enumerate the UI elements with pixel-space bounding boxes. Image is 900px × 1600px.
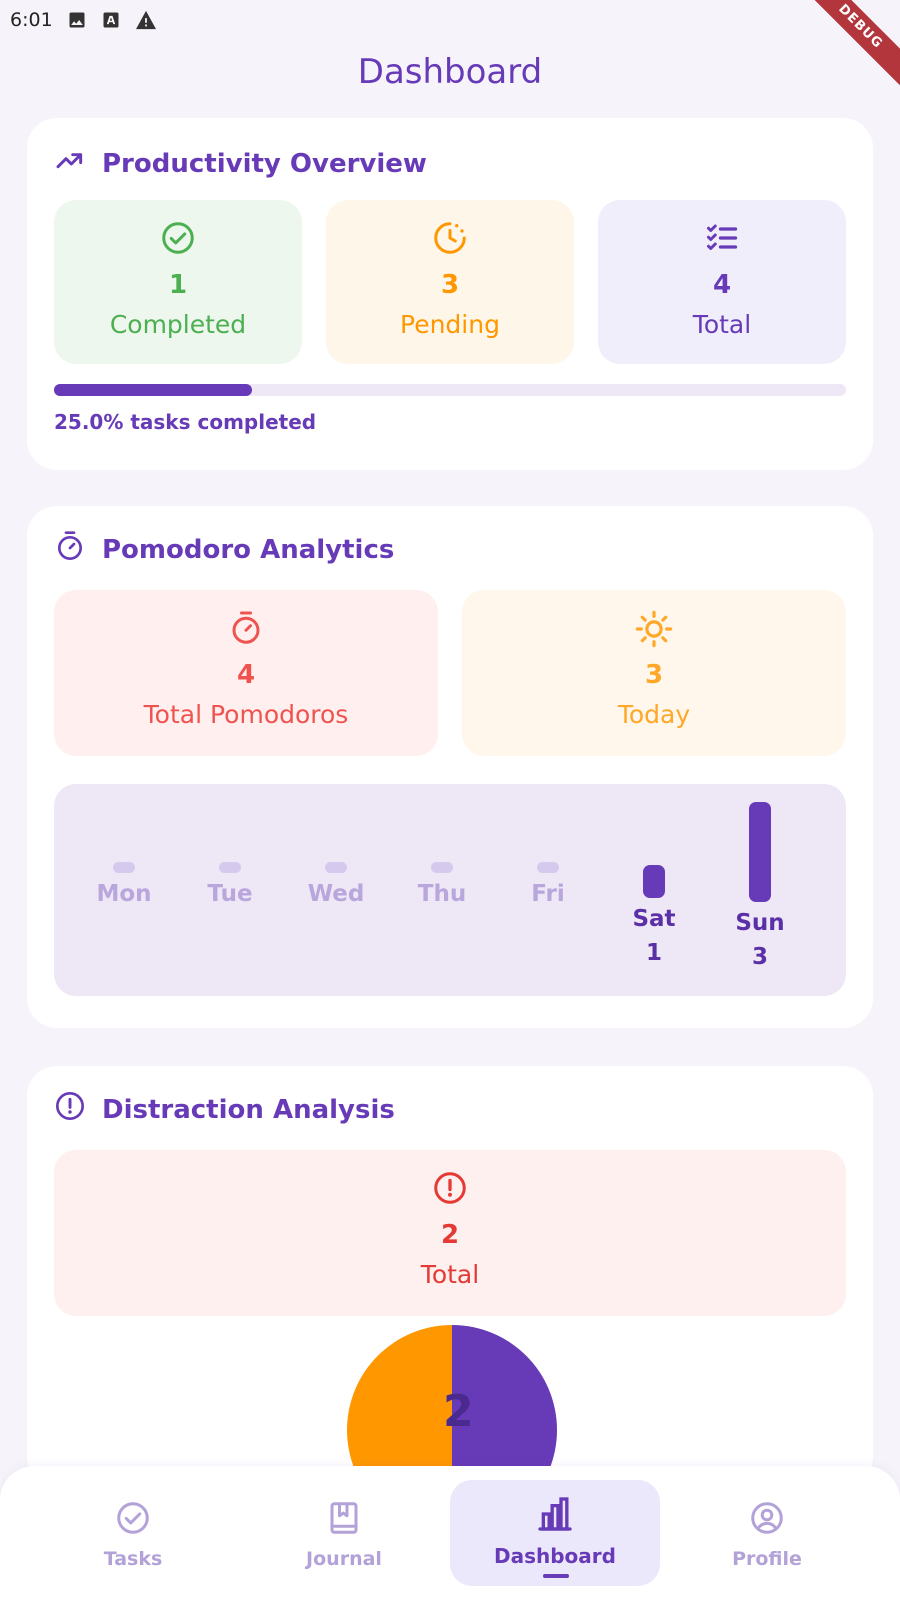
progress-text: 25.0% tasks completed [54,410,317,434]
day-label: Mon [96,881,152,907]
status-time: 6:01 [10,9,53,31]
productivity-overview-card: Productivity Overview 1 Completed 3 Pend… [27,118,873,470]
nav-active-indicator [543,1574,569,1578]
day-label: Sun [735,910,785,936]
pomodoro-title: Pomodoro Analytics [102,534,395,565]
image-notification-icon [67,10,87,30]
check-circle-icon [54,220,302,260]
distraction-total-label: Total [420,1260,480,1289]
nav-tasks[interactable]: Tasks [28,1480,238,1586]
distraction-header: Distraction Analysis [54,1090,395,1129]
weekly-pomodoro-chart: Mon Tue Wed Thu Fri Sat 1 Sun 3 [54,784,846,996]
day-bar [643,865,665,898]
total-pomodoros-value: 4 [236,660,256,690]
day-column-thu: Thu [397,784,487,996]
day-count: 3 [751,944,768,970]
today-pomodoros-stat: 3 Today [462,590,846,756]
error-icon [54,1170,846,1210]
journal-icon [239,1500,449,1536]
distraction-title: Distraction Analysis [102,1094,395,1125]
day-label: Fri [531,881,565,907]
trending-up-icon [54,144,86,183]
checklist-icon [598,220,846,260]
distraction-analysis-card: Distraction Analysis 2 Total 2 [27,1066,873,1535]
day-bar [325,862,347,873]
distraction-total-value: 2 [440,1220,460,1250]
bottom-navigation: Tasks Journal Dashboard Profile [0,1466,900,1600]
check-circle-icon [28,1500,238,1536]
nav-journal[interactable]: Journal [239,1480,449,1586]
nav-dashboard[interactable]: Dashboard [450,1480,660,1586]
day-bar [749,802,771,902]
timer-icon [54,530,86,569]
day-bar [219,862,241,873]
total-pomodoros-label: Total Pomodoros [143,700,349,729]
day-bar [431,862,453,873]
warning-notification-icon [135,10,157,30]
day-column-mon: Mon [79,784,169,996]
day-column-fri: Fri [503,784,593,996]
pomodoro-header: Pomodoro Analytics [54,530,394,569]
clock-icon [326,220,574,260]
nav-journal-label: Journal [306,1548,382,1570]
nav-tasks-label: Tasks [103,1548,163,1570]
distraction-total-stat: 2 Total [54,1150,846,1316]
timer-icon [54,610,438,650]
error-outline-icon [54,1090,86,1129]
pomodoro-analytics-card: Pomodoro Analytics 4 Total Pomodoros 3 T… [27,506,873,1028]
completed-stat: 1 Completed [54,200,302,364]
productivity-title: Productivity Overview [102,148,427,179]
day-label: Sat [632,906,676,932]
nav-dashboard-label: Dashboard [494,1544,616,1568]
day-label: Wed [307,881,365,907]
day-column-tue: Tue [185,784,275,996]
total-pomodoros-stat: 4 Total Pomodoros [54,590,438,756]
day-bar [113,862,135,873]
total-label: Total [692,310,752,339]
productivity-header: Productivity Overview [54,144,427,183]
page-title: Dashboard [357,52,543,92]
pending-value: 3 [440,270,460,300]
nav-profile[interactable]: Profile [662,1480,872,1586]
status-bar: 6:01 [0,0,900,40]
day-column-sat: Sat 1 [609,784,699,996]
day-column-sun: Sun 3 [715,784,805,996]
total-stat: 4 Total [598,200,846,364]
total-value: 4 [712,270,732,300]
bar-chart-icon [450,1494,660,1534]
pending-label: Pending [400,310,500,339]
today-value: 3 [644,660,664,690]
tasks-progress-fill [54,384,252,396]
profile-icon [662,1500,872,1536]
tasks-progress-bar [54,384,846,396]
pending-stat: 3 Pending [326,200,574,364]
completed-label: Completed [109,310,247,339]
day-bar [537,862,559,873]
font-notification-icon [101,10,121,30]
today-label: Today [617,700,691,729]
day-count: 1 [645,940,662,966]
nav-profile-label: Profile [732,1548,802,1570]
day-label: Tue [207,881,253,907]
pie-center-value: 2 [443,1386,474,1437]
day-column-wed: Wed [291,784,381,996]
day-label: Thu [417,881,467,907]
sun-icon [462,610,846,650]
completed-value: 1 [168,270,188,300]
